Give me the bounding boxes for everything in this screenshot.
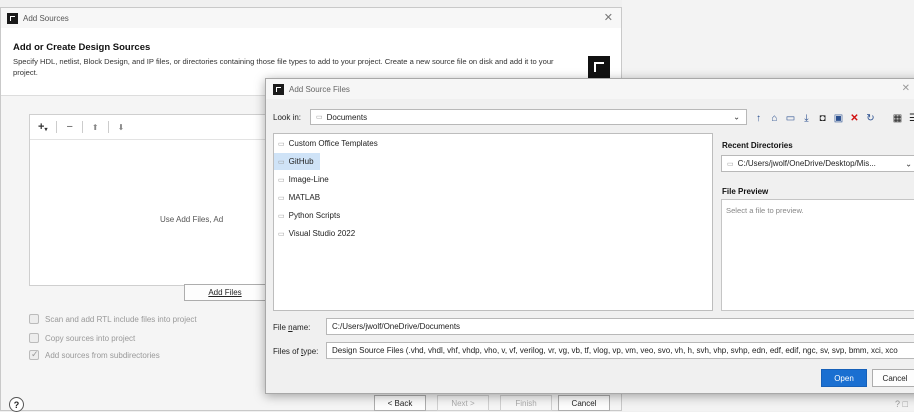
folder-name: Image-Line	[288, 175, 329, 184]
page-description: Specify HDL, netlist, Block Design, and …	[13, 57, 554, 77]
sources-panel: +▾ − ⬆ ⬇ Use Add Files, Ad	[29, 114, 279, 286]
download-icon[interactable]: ⤓	[801, 113, 812, 124]
open-label: Open	[834, 373, 854, 383]
add-sources-title: Add Sources	[23, 13, 69, 23]
checkbox-box[interactable]	[29, 314, 39, 324]
list-item[interactable]: ▭ MATLAB	[274, 189, 712, 206]
file-name-label: File name:	[273, 323, 311, 332]
move-up-icon[interactable]: ⬆	[92, 123, 99, 132]
files-of-type-value: Design Source Files (.vhd, vhdl, vhf, vh…	[332, 346, 898, 355]
back-button[interactable]: < Back	[374, 395, 426, 411]
add-files-label: Add Files	[208, 288, 242, 297]
copy-sources-checkbox[interactable]: Copy sources into project	[29, 333, 135, 343]
files-of-type-label: Files of type:	[273, 347, 319, 356]
home-icon[interactable]: ⌂	[769, 113, 780, 124]
file-preview-pane: Select a file to preview.	[721, 199, 914, 311]
help-icon[interactable]: ?	[9, 397, 24, 412]
folder-name: Visual Studio 2022	[288, 229, 356, 238]
sources-empty-hint: Use Add Files, Ad	[160, 215, 224, 224]
add-subdirectories-label: Add sources from subdirectories	[45, 350, 160, 360]
cancel-button[interactable]: Cancel	[558, 395, 610, 411]
look-in-label: Look in:	[273, 113, 302, 122]
file-name-field[interactable]: C:/Users/jwolf/OneDrive/Documents	[326, 318, 914, 335]
recent-directory-value: C:/Users/jwolf/OneDrive/Desktop/Mis...	[737, 159, 876, 168]
remove-icon[interactable]: −	[66, 121, 72, 133]
app-logo-icon	[273, 83, 284, 95]
list-item[interactable]: ▭ Python Scripts	[274, 207, 712, 224]
move-down-icon[interactable]: ⬇	[118, 123, 125, 132]
files-of-type-select[interactable]: Design Source Files (.vhd, vhdl, vhf, vh…	[326, 342, 914, 359]
folder-icon: ▭	[316, 114, 323, 121]
file-dialog-title: Add Source Files	[289, 84, 350, 94]
folder-name: Custom Office Templates	[288, 139, 378, 148]
checkbox-box[interactable]	[29, 349, 39, 360]
recent-directories-select[interactable]: ▭ C:/Users/jwolf/OneDrive/Desktop/Mis...…	[721, 155, 914, 172]
file-preview-placeholder: Select a file to preview.	[726, 206, 804, 215]
checkbox-box[interactable]	[29, 333, 39, 343]
file-cancel-label: Cancel	[882, 373, 908, 383]
file-cancel-button[interactable]: Cancel	[872, 369, 914, 387]
sources-toolbar: +▾ − ⬆ ⬇	[30, 115, 278, 140]
details-view-icon[interactable]: ☰	[908, 113, 914, 124]
finish-label: Finish	[515, 398, 537, 408]
folder-name: Python Scripts	[288, 211, 341, 220]
file-name-value: C:/Users/jwolf/OneDrive/Documents	[332, 322, 461, 331]
look-in-select[interactable]: ▭ Documents ⌄	[310, 109, 747, 125]
folder-icon: ▭	[727, 160, 734, 168]
cancel-label: Cancel	[571, 398, 597, 408]
list-item[interactable]: ▭ Image-Line	[274, 171, 712, 188]
back-label: < Back	[387, 398, 413, 408]
list-item[interactable]: ▭ GitHub	[274, 153, 320, 170]
folder-name: GitHub	[288, 157, 314, 166]
brand-logo-icon	[588, 56, 610, 78]
desktop-icon[interactable]: ▭	[785, 113, 796, 124]
look-in-value: Documents	[326, 112, 368, 122]
scan-rtl-checkbox[interactable]: Scan and add RTL include files into proj…	[29, 314, 197, 324]
list-view-icon[interactable]: ▦	[892, 113, 903, 124]
refresh-icon[interactable]: ↻	[865, 113, 876, 124]
add-sources-titlebar: Add Sources ✕	[1, 8, 621, 28]
recent-directories-heading: Recent Directories	[722, 141, 793, 150]
app-logo-icon	[7, 12, 18, 24]
next-button[interactable]: Next >	[437, 395, 489, 411]
add-files-button[interactable]: Add Files	[184, 284, 266, 301]
add-subdirectories-checkbox[interactable]: Add sources from subdirectories	[29, 349, 160, 360]
copy-sources-label: Copy sources into project	[45, 333, 136, 343]
file-toolbar: ↑ ⌂ ▭ ⤓ ◘ ▣ ✕ ↻ ▦ ☰	[753, 113, 914, 124]
page-title: Add or Create Design Sources	[13, 42, 151, 53]
file-dialog-titlebar: Add Source Files ✕	[266, 79, 914, 99]
folder-name: MATLAB	[288, 193, 321, 202]
file-preview-heading: File Preview	[722, 187, 769, 196]
delete-icon[interactable]: ✕	[849, 113, 860, 124]
add-source-files-dialog: Add Source Files ✕ Look in: ▭ Documents …	[265, 78, 914, 394]
list-item[interactable]: ▭ Visual Studio 2022	[274, 225, 712, 242]
close-icon[interactable]: ✕	[604, 11, 613, 24]
background-status: ? □	[895, 399, 908, 409]
scan-rtl-label: Scan and add RTL include files into proj…	[45, 314, 197, 324]
close-icon[interactable]: ✕	[902, 83, 910, 94]
list-item[interactable]: ▭ Custom Office Templates	[274, 135, 712, 152]
toolbar-divider	[107, 121, 109, 133]
folder-icon: ▭	[278, 212, 285, 220]
file-list[interactable]: ▭ Custom Office Templates ▭ GitHub ▭ Image-…	[273, 133, 713, 311]
toolbar-divider	[81, 121, 83, 133]
finish-button[interactable]: Finish	[500, 395, 552, 411]
folder-icon: ▭	[278, 176, 285, 184]
toolbar-divider	[56, 121, 58, 133]
project-icon[interactable]: ◘	[817, 113, 828, 124]
up-folder-icon[interactable]: ↑	[753, 113, 764, 124]
new-folder-icon[interactable]: ▣	[833, 113, 844, 124]
chevron-down-icon[interactable]: ⌄	[733, 113, 740, 122]
folder-icon: ▭	[278, 194, 285, 202]
open-button[interactable]: Open	[821, 369, 867, 387]
folder-icon: ▭	[278, 140, 285, 148]
chevron-down-icon[interactable]: ⌄	[905, 159, 912, 168]
add-icon[interactable]: +▾	[38, 121, 47, 133]
folder-icon: ▭	[278, 158, 285, 166]
folder-icon: ▭	[278, 230, 285, 238]
next-label: Next >	[451, 398, 475, 408]
